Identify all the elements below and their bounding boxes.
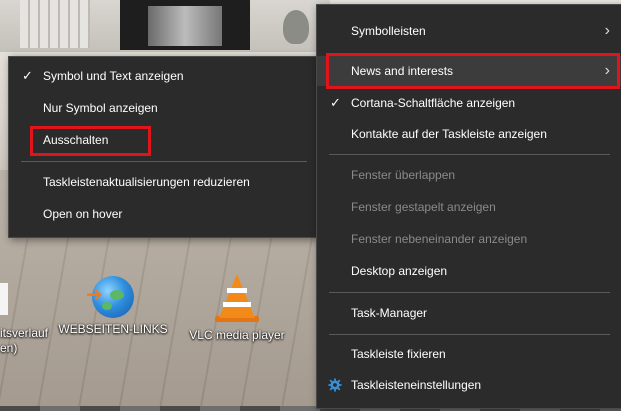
- desktop-icon-vlc[interactable]: VLC media player: [177, 272, 297, 343]
- menu-item-taskleisteneinstellungen[interactable]: Taskleisteneinstellungen: [317, 370, 621, 400]
- menu-item-kontakte[interactable]: Kontakte auf der Taskleiste anzeigen: [317, 119, 621, 149]
- menu-item-ausschalten[interactable]: Ausschalten: [9, 125, 319, 155]
- taskbar-context-menu: Symbolleisten › News and interests › ✓ C…: [316, 4, 621, 409]
- desktop-icon-label: en): [0, 341, 18, 355]
- menu-item-label: Desktop anzeigen: [351, 264, 448, 278]
- menu-separator: [21, 161, 307, 162]
- globe-shortcut-icon: ➔: [86, 276, 134, 318]
- menu-item-label: Fenster überlappen: [351, 168, 456, 182]
- desktop-icon-history[interactable]: itsverlauf en): [0, 326, 60, 356]
- menu-item-label: News and interests: [351, 64, 454, 78]
- menu-item-fenster-gestapelt[interactable]: Fenster gestapelt anzeigen: [317, 192, 621, 222]
- menu-separator: [329, 154, 610, 155]
- menu-item-label: Fenster nebeneinander anzeigen: [351, 232, 528, 246]
- menu-item-label: Kontakte auf der Taskleiste anzeigen: [351, 127, 547, 141]
- wallpaper-vase: [283, 10, 309, 44]
- menu-item-label: Task-Manager: [351, 306, 428, 320]
- menu-separator: [329, 292, 610, 293]
- desktop-icon-label: WEBSEITEN-LINKS: [58, 322, 168, 336]
- menu-item-label: Open on hover: [43, 207, 123, 221]
- menu-item-label: Fenster gestapelt anzeigen: [351, 200, 496, 214]
- chevron-right-icon: ›: [604, 62, 610, 79]
- menu-item-open-on-hover[interactable]: Open on hover: [9, 199, 319, 229]
- menu-item-label: Taskleisteneinstellungen: [351, 378, 482, 392]
- check-icon: ✓: [330, 95, 341, 110]
- wallpaper-shelf: [20, 0, 90, 48]
- menu-item-cortana[interactable]: ✓ Cortana-Schaltfläche anzeigen: [317, 88, 621, 118]
- menu-item-label: Symbol und Text anzeigen: [43, 69, 184, 83]
- menu-item-task-manager[interactable]: Task-Manager: [317, 298, 621, 328]
- menu-item-label: Taskleiste fixieren: [351, 347, 446, 361]
- menu-item-label: Symbolleisten: [351, 24, 426, 38]
- menu-item-label: Nur Symbol anzeigen: [43, 101, 158, 115]
- wallpaper-tv: [120, 0, 250, 50]
- document-icon[interactable]: [0, 283, 8, 315]
- menu-item-label: Cortana-Schaltfläche anzeigen: [351, 96, 516, 110]
- menu-separator: [329, 334, 610, 335]
- menu-item-label: Ausschalten: [43, 133, 109, 147]
- desktop-icon-label: itsverlauf: [0, 326, 49, 340]
- menu-item-symbolleisten[interactable]: Symbolleisten ›: [317, 16, 621, 46]
- vlc-cone-icon: [219, 274, 255, 318]
- news-interests-submenu: ✓ Symbol und Text anzeigen Nur Symbol an…: [8, 56, 320, 238]
- menu-item-taskleiste-fixieren[interactable]: Taskleiste fixieren: [317, 339, 621, 369]
- menu-item-fenster-ueberlappen[interactable]: Fenster überlappen: [317, 160, 621, 190]
- menu-item-desktop-anzeigen[interactable]: Desktop anzeigen: [317, 256, 621, 286]
- menu-item-taskleistenaktualisierungen[interactable]: Taskleistenaktualisierungen reduzieren: [9, 167, 319, 197]
- menu-item-symbol-und-text[interactable]: ✓ Symbol und Text anzeigen: [9, 61, 319, 91]
- chevron-right-icon: ›: [604, 22, 610, 39]
- menu-item-news-and-interests[interactable]: News and interests ›: [317, 56, 621, 86]
- menu-item-fenster-nebeneinander[interactable]: Fenster nebeneinander anzeigen: [317, 224, 621, 254]
- gear-icon: [328, 378, 342, 392]
- menu-item-nur-symbol[interactable]: Nur Symbol anzeigen: [9, 93, 319, 123]
- menu-item-label: Taskleistenaktualisierungen reduzieren: [43, 175, 250, 189]
- desktop-icon-label: VLC media player: [189, 328, 285, 342]
- check-icon: ✓: [22, 68, 33, 83]
- desktop-icon-webseiten-links[interactable]: ➔ WEBSEITEN-LINKS: [53, 272, 173, 337]
